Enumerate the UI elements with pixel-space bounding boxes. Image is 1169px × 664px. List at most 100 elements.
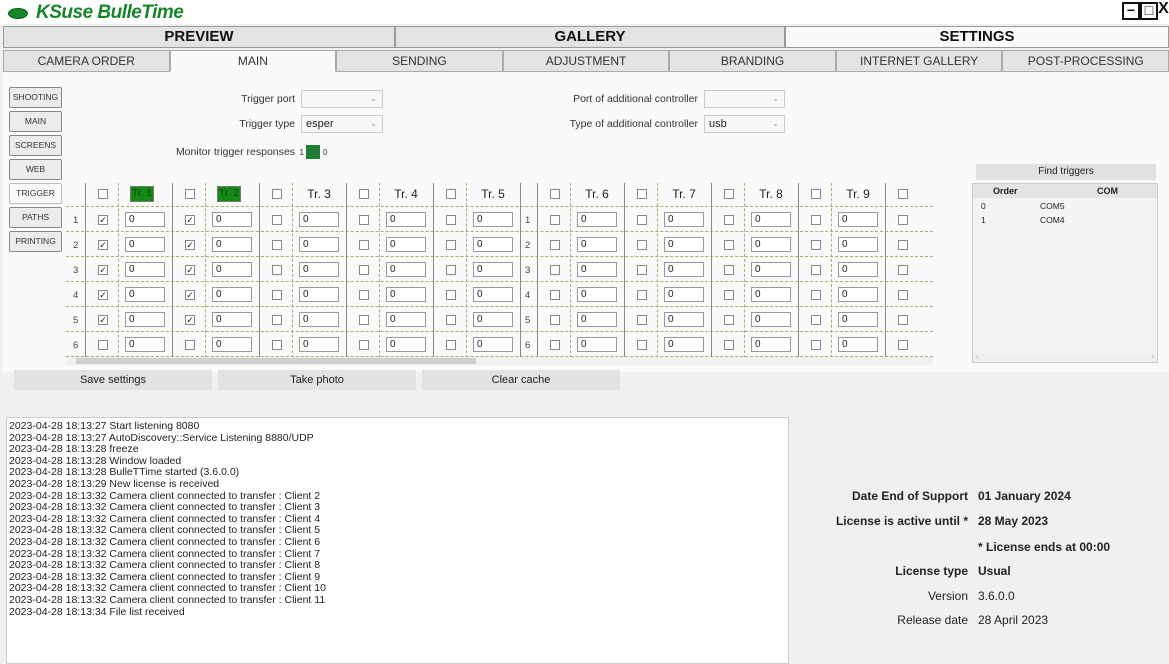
delay-input[interactable]: 0 (125, 287, 165, 302)
trigger-type-select[interactable]: esper ⌄ (301, 115, 383, 133)
delay-input[interactable]: 0 (664, 262, 704, 277)
side-menu-screens[interactable]: SCREENS (9, 135, 62, 156)
trigger-checkbox[interactable] (898, 240, 908, 250)
delay-input[interactable]: 0 (212, 287, 252, 302)
header-checkbox[interactable] (724, 189, 734, 199)
monitor-trigger-toggle[interactable] (306, 145, 320, 159)
delay-input[interactable]: 0 (473, 337, 513, 352)
header-checkbox[interactable] (185, 189, 195, 199)
trigger-checkbox[interactable] (550, 265, 560, 275)
header-checkbox[interactable] (550, 189, 560, 199)
trigger-checkbox[interactable] (359, 265, 369, 275)
trigger-checkbox[interactable]: ✓ (98, 315, 108, 325)
delay-input[interactable]: 0 (838, 212, 878, 227)
delay-input[interactable]: 0 (577, 237, 617, 252)
delay-input[interactable]: 0 (751, 212, 791, 227)
trigger-checkbox[interactable] (550, 340, 560, 350)
trigger-checkbox[interactable] (446, 240, 456, 250)
maximize-button[interactable]: □ (1140, 2, 1158, 20)
delay-input[interactable]: 0 (751, 312, 791, 327)
delay-input[interactable]: 0 (386, 237, 426, 252)
trigger-checkbox[interactable] (637, 340, 647, 350)
trigger-checkbox[interactable] (724, 340, 734, 350)
delay-input[interactable]: 0 (577, 312, 617, 327)
delay-input[interactable]: 0 (386, 287, 426, 302)
delay-input[interactable]: 0 (838, 337, 878, 352)
trigger-checkbox[interactable] (272, 265, 282, 275)
delay-input[interactable]: 0 (212, 212, 252, 227)
trigger-checkbox[interactable] (359, 315, 369, 325)
table-row[interactable]: 1 COM4 (973, 215, 1157, 226)
trigger-checkbox[interactable] (637, 215, 647, 225)
trigger-checkbox[interactable] (898, 290, 908, 300)
trigger-checkbox[interactable] (272, 315, 282, 325)
trigger-checkbox[interactable] (898, 315, 908, 325)
delay-input[interactable]: 0 (577, 337, 617, 352)
trigger-checkbox[interactable] (272, 215, 282, 225)
trigger-checkbox[interactable] (811, 240, 821, 250)
save-settings-button[interactable]: Save settings (14, 370, 212, 390)
minimize-button[interactable]: − (1122, 2, 1140, 20)
close-button[interactable]: X (1158, 1, 1169, 20)
trigger-checkbox[interactable] (811, 265, 821, 275)
tab-post-processing[interactable]: POST-PROCESSING (1002, 50, 1169, 72)
delay-input[interactable]: 0 (664, 337, 704, 352)
trigger-checkbox[interactable] (446, 290, 456, 300)
tab-branding[interactable]: BRANDING (669, 50, 836, 72)
trigger-checkbox[interactable]: ✓ (185, 215, 195, 225)
trigger-checkbox[interactable] (272, 240, 282, 250)
trigger-checkbox[interactable] (811, 315, 821, 325)
delay-input[interactable]: 0 (664, 287, 704, 302)
delay-input[interactable]: 0 (125, 337, 165, 352)
tab-main[interactable]: MAIN (169, 50, 337, 72)
trigger-checkbox[interactable] (724, 290, 734, 300)
trigger-checkbox[interactable] (98, 340, 108, 350)
delay-input[interactable]: 0 (386, 212, 426, 227)
trigger-checkbox[interactable]: ✓ (98, 290, 108, 300)
trigger-header-1[interactable]: Tr. 1 (130, 186, 154, 202)
delay-input[interactable]: 0 (838, 262, 878, 277)
delay-input[interactable]: 0 (125, 212, 165, 227)
delay-input[interactable]: 0 (473, 287, 513, 302)
tab-preview[interactable]: PREVIEW (3, 26, 395, 48)
delay-input[interactable]: 0 (473, 262, 513, 277)
delay-input[interactable]: 0 (473, 312, 513, 327)
delay-input[interactable]: 0 (473, 212, 513, 227)
tab-settings[interactable]: SETTINGS (785, 26, 1169, 48)
delay-input[interactable]: 0 (751, 237, 791, 252)
delay-input[interactable]: 0 (386, 262, 426, 277)
delay-input[interactable]: 0 (125, 312, 165, 327)
trigger-checkbox[interactable] (811, 340, 821, 350)
trigger-checkbox[interactable] (637, 240, 647, 250)
tab-adjustment[interactable]: ADJUSTMENT (502, 50, 670, 72)
additional-type-select[interactable]: usb ⌄ (704, 115, 785, 133)
trigger-checkbox[interactable]: ✓ (98, 240, 108, 250)
delay-input[interactable]: 0 (299, 237, 339, 252)
side-menu-paths[interactable]: PATHS (9, 207, 62, 228)
delay-input[interactable]: 0 (386, 337, 426, 352)
delay-input[interactable]: 0 (664, 212, 704, 227)
trigger-checkbox[interactable] (359, 290, 369, 300)
table-horizontal-scrollbar[interactable]: ‹ › (973, 352, 1157, 362)
delay-input[interactable]: 0 (838, 312, 878, 327)
delay-input[interactable]: 0 (577, 287, 617, 302)
header-checkbox[interactable] (811, 189, 821, 199)
delay-input[interactable]: 0 (299, 262, 339, 277)
header-checkbox[interactable] (98, 189, 108, 199)
side-menu-main[interactable]: MAIN (9, 111, 62, 132)
trigger-checkbox[interactable] (550, 240, 560, 250)
trigger-checkbox[interactable] (898, 340, 908, 350)
trigger-header-2[interactable]: Tr. 2 (217, 186, 241, 202)
find-triggers-button[interactable]: Find triggers (976, 164, 1156, 180)
trigger-checkbox[interactable] (446, 215, 456, 225)
trigger-checkbox[interactable] (550, 290, 560, 300)
delay-input[interactable]: 0 (838, 287, 878, 302)
trigger-checkbox[interactable] (359, 240, 369, 250)
delay-input[interactable]: 0 (473, 237, 513, 252)
trigger-checkbox[interactable] (811, 215, 821, 225)
delay-input[interactable]: 0 (125, 237, 165, 252)
trigger-checkbox[interactable]: ✓ (185, 315, 195, 325)
side-menu-trigger[interactable]: TRIGGER (9, 183, 62, 204)
delay-input[interactable]: 0 (212, 237, 252, 252)
trigger-port-select[interactable]: ⌄ (301, 90, 383, 108)
